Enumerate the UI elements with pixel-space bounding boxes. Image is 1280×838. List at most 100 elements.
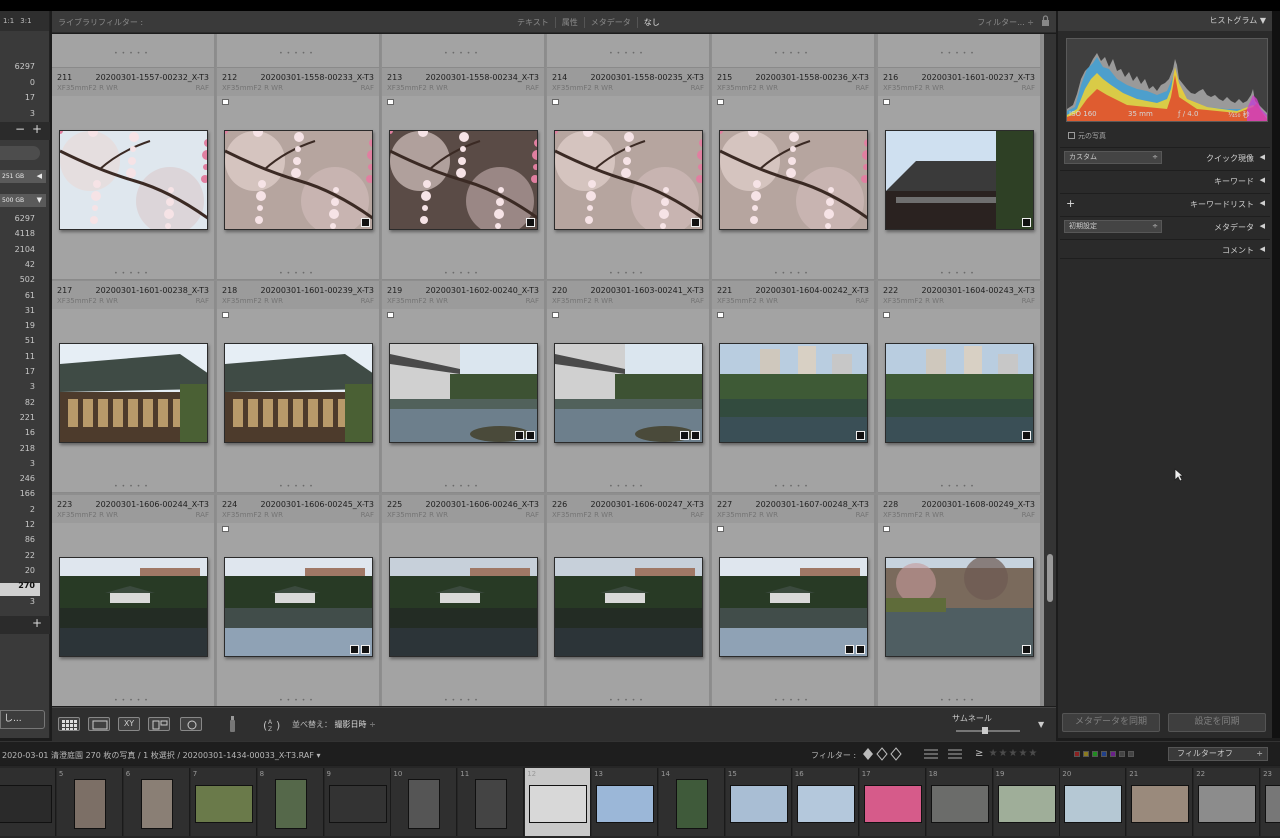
photo-thumbnail[interactable] [59,130,208,230]
grid-cell[interactable]: 213 20200301-1558-00234_X-T3 XF35mmF2 R … [382,68,546,280]
filmstrip-thumbnail[interactable] [596,785,655,823]
folder-count[interactable]: 82 [25,398,35,407]
filmstrip-thumbnail[interactable] [408,779,441,829]
folder-count[interactable]: 3 [30,459,35,468]
crop-badge-icon[interactable] [680,431,689,440]
folder-count[interactable]: 6297 [15,214,35,223]
folder-count[interactable]: 61 [25,291,35,300]
grid-view-icon[interactable] [58,717,80,731]
flag-icon[interactable] [717,526,724,532]
crop-badge-icon[interactable] [515,431,524,440]
plus-icon[interactable]: + [32,616,42,630]
filmstrip-cell[interactable]: 18 [926,768,993,836]
lock-icon[interactable] [1041,15,1050,26]
develop-badge-icon[interactable] [856,431,865,440]
photo-thumbnail[interactable] [59,343,208,443]
filmstrip-thumbnail[interactable] [73,779,106,829]
photo-thumbnail[interactable] [389,557,538,657]
develop-badge-icon[interactable] [361,218,370,227]
filmstrip-thumbnail[interactable] [863,785,922,823]
quick-develop-preset-select[interactable]: カスタム ÷ [1064,151,1162,164]
photo-thumbnail[interactable] [554,130,703,230]
slider-handle[interactable] [982,727,988,734]
filmstrip-cell[interactable]: 11 [458,768,525,836]
photo-thumbnail[interactable] [885,130,1034,230]
photo-thumbnail[interactable] [885,557,1034,657]
folder-count[interactable]: 2104 [15,245,35,254]
flag-icon[interactable] [717,312,724,318]
photo-thumbnail[interactable] [224,130,373,230]
filter-off-select[interactable]: フィルターオフ ÷ [1168,747,1268,761]
folder-count[interactable]: 166 [20,489,35,498]
filmstrip-thumbnail[interactable] [796,785,855,823]
zoom-3-1[interactable]: 3:1 [20,17,31,25]
rating-dots[interactable]: ••••• [547,270,709,277]
keywording-row[interactable]: キーワード ◀ [1060,170,1270,190]
photo-thumbnail[interactable] [554,343,703,443]
rating-dots[interactable]: ••••• [712,270,874,277]
compare-view-icon[interactable]: XY [118,717,140,731]
filmstrip-thumbnail[interactable] [274,779,307,829]
develop-badge-icon[interactable] [526,431,535,440]
rating-dots[interactable]: ••••• [712,483,874,490]
flag-icon[interactable] [387,99,394,105]
grid-cell[interactable]: 220 20200301-1603-00241_X-T3 XF35mmF2 R … [547,281,711,493]
filmstrip-cell[interactable]: 20 [1060,768,1127,836]
rating-dots[interactable]: ••••• [712,697,874,704]
flag-filter-icons[interactable] [862,747,910,761]
rating-dots[interactable]: ••••• [52,697,214,704]
folder-count[interactable]: 246 [20,474,35,483]
rating-dots[interactable]: ••••• [878,270,1040,277]
flag-icon[interactable] [387,312,394,318]
folder-count[interactable]: 42 [25,260,35,269]
folder-count[interactable]: 218 [20,444,35,453]
photo-thumbnail[interactable] [59,557,208,657]
filmstrip-cell[interactable]: 6 [123,768,190,836]
filmstrip-thumbnail[interactable] [1064,785,1123,823]
filter-option-attribute[interactable]: 属性 [556,17,585,28]
folder-count[interactable]: 17 [25,367,35,376]
develop-badge-icon[interactable] [361,645,370,654]
filmstrip-cell[interactable]: 23 [1261,768,1280,836]
folder-count[interactable]: 86 [25,535,35,544]
original-photo-checkbox[interactable]: 元の写真 [1068,131,1106,141]
plus-icon[interactable]: + [32,122,42,136]
photo-thumbnail[interactable] [554,557,703,657]
rating-dots[interactable]: ••••• [52,483,214,490]
grid-cell-partial[interactable]: ••••• [382,34,546,68]
grid-cell[interactable]: 216 20200301-1601-00237_X-T3 XF35mmF2 R … [878,68,1042,280]
filmstrip-cell[interactable]: 8 [257,768,324,836]
grid-cell-partial[interactable]: ••••• [217,34,381,68]
people-view-icon[interactable] [180,717,202,731]
filmstrip-thumbnail[interactable] [328,785,387,823]
filmstrip-cell[interactable]: 9 [324,768,391,836]
develop-badge-icon[interactable] [856,645,865,654]
filmstrip-thumbnail[interactable] [729,785,788,823]
grid-cell[interactable]: 211 20200301-1557-00232_X-T3 XF35mmF2 R … [52,68,216,280]
checkbox-icon[interactable] [1068,132,1075,139]
develop-badge-icon[interactable] [1022,431,1031,440]
sort-control[interactable]: 並べ替え： 撮影日時 ÷ [292,719,376,730]
folder-count[interactable]: 19 [25,321,35,330]
grid-cell[interactable]: 215 20200301-1558-00236_X-T3 XF35mmF2 R … [712,68,876,280]
folder-count[interactable]: 51 [25,336,35,345]
flag-icon[interactable] [222,526,229,532]
folder-count[interactable]: 3 [30,382,35,391]
comments-row[interactable]: コメント ◀ [1060,239,1270,259]
grid-cell[interactable]: 224 20200301-1606-00245_X-T3 XF35mmF2 R … [217,495,381,706]
filmstrip-thumbnail[interactable] [676,779,708,829]
metadata-row[interactable]: 初期設定 ÷ メタデータ ◀ [1060,216,1270,236]
flag-icon[interactable] [883,312,890,318]
flag-icon[interactable] [222,99,229,105]
rating-dots[interactable]: ••••• [52,50,214,57]
filmstrip-cell[interactable]: 19 [993,768,1060,836]
photo-thumbnail[interactable] [885,343,1034,443]
scrollbar-thumb[interactable] [1047,554,1053,602]
folder-count[interactable]: 12 [25,520,35,529]
filmstrip-cell[interactable]: 7 [190,768,257,836]
flag-icon[interactable] [883,99,890,105]
grid-cell[interactable]: 223 20200301-1606-00244_X-T3 XF35mmF2 R … [52,495,216,706]
grid-scrollbar[interactable] [1044,34,1056,706]
color-label-filter[interactable] [1074,751,1134,757]
filmstrip-cell[interactable] [0,768,56,836]
